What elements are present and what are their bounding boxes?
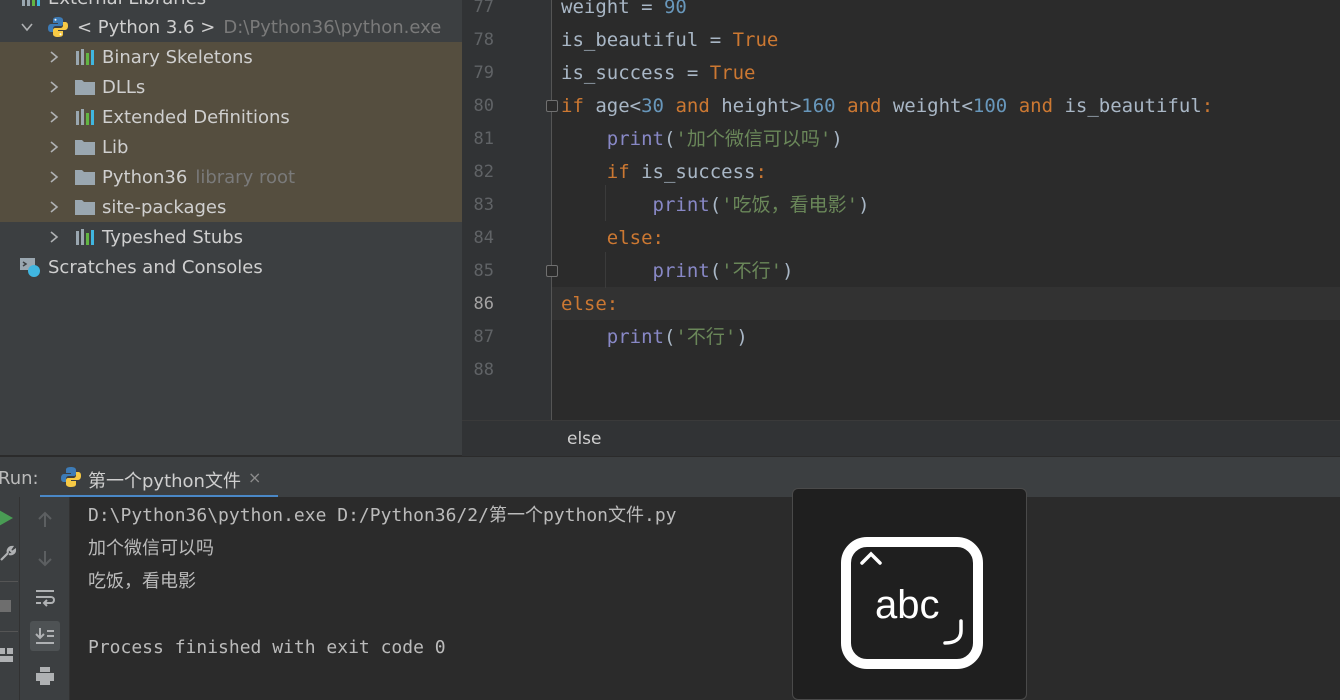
console-line: 吃饭，看电影	[88, 571, 196, 592]
chevron-right-icon[interactable]	[46, 102, 62, 132]
input-method-abc-icon: abc	[841, 537, 983, 669]
scroll-to-end-icon[interactable]	[30, 621, 60, 651]
code-line[interactable]: else:	[561, 288, 618, 321]
line-number: 88	[473, 360, 494, 380]
scroll-up-icon[interactable]	[30, 505, 60, 535]
run-tool-window-header: Run: 第一个python文件 ×	[0, 456, 1340, 498]
line-number: 84	[473, 228, 494, 248]
breadcrumb-item[interactable]: else	[567, 429, 602, 449]
line-number-current: 86	[473, 294, 494, 314]
line-number: 78	[473, 30, 494, 50]
line-number: 87	[473, 327, 494, 347]
code-line[interactable]: if is_success:	[561, 156, 767, 189]
stop-icon[interactable]	[0, 599, 12, 613]
console-line: 加个微信可以吗	[88, 538, 214, 559]
toolbar-divider	[0, 581, 18, 582]
code-line[interactable]: else:	[561, 222, 664, 255]
caret-icon	[860, 551, 882, 565]
folder-icon	[75, 140, 95, 155]
console-line-command: D:\Python36\python.exe D:/Python36/2/第一个…	[88, 505, 677, 526]
line-number: 77	[473, 0, 494, 17]
tree-item-typeshed-stubs[interactable]: Typeshed Stubs	[0, 222, 462, 252]
tree-item-label: External Libraries	[48, 0, 206, 9]
scroll-down-icon[interactable]	[30, 543, 60, 573]
wrench-icon[interactable]	[0, 545, 16, 563]
run-tab[interactable]: 第一个python文件 ×	[40, 457, 278, 498]
line-number: 83	[473, 195, 494, 215]
tree-item-lib[interactable]: Lib	[0, 132, 462, 162]
project-tool-window: External Libraries < Python 3.6 >D:\Pyth…	[0, 0, 462, 455]
run-tab-label: 第一个python文件	[88, 471, 241, 492]
folder-icon	[75, 80, 95, 95]
code-line[interactable]: weight = 90	[561, 0, 687, 24]
line-number: 85	[473, 261, 494, 281]
run-label: Run:	[0, 468, 39, 489]
tree-item-label: Scratches and Consoles	[48, 256, 263, 278]
tree-item-label: Extended Definitions	[102, 106, 290, 128]
rerun-icon[interactable]	[0, 509, 14, 527]
chevron-right-icon[interactable]	[46, 162, 62, 192]
soft-wrap-icon[interactable]	[30, 583, 60, 613]
tree-item-site-packages[interactable]: site-packages	[0, 192, 462, 222]
tree-item-label: DLLs	[102, 76, 146, 98]
toolbar-divider	[0, 631, 18, 632]
code-line[interactable]: is_beautiful = True	[561, 24, 778, 57]
fold-marker-icon[interactable]	[546, 100, 558, 112]
layout-icon[interactable]	[0, 647, 14, 663]
console-toolbar	[20, 497, 70, 700]
input-method-indicator: abc	[792, 488, 1027, 700]
code-editor[interactable]: 77 78 79 80 81 82 83 84 85 86 87 88 weig…	[462, 0, 1340, 420]
tree-item-label: Lib	[102, 136, 129, 158]
tree-item-python36[interactable]: Python36 library root	[0, 162, 462, 192]
code-line[interactable]: is_success = True	[561, 57, 755, 90]
library-icon	[76, 49, 94, 65]
console-line-exit-status: Process finished with exit code 0	[88, 637, 446, 658]
tree-item-python-sdk[interactable]: < Python 3.6 > D:\Python36\python.exe	[0, 12, 462, 42]
chevron-down-icon[interactable]	[19, 12, 35, 42]
tree-item-label: Typeshed Stubs	[102, 226, 244, 248]
console-output[interactable]: D:\Python36\python.exe D:/Python36/2/第一个…	[70, 497, 1340, 700]
chevron-right-icon[interactable]	[46, 192, 62, 222]
library-icon	[76, 229, 94, 245]
line-number: 79	[473, 63, 494, 83]
code-line[interactable]: print('加个微信可以吗')	[561, 123, 843, 156]
tree-item-label: Python36 library root	[102, 166, 296, 188]
code-line[interactable]: print('不行')	[561, 255, 794, 288]
tree-item-scratches-and-consoles[interactable]: Scratches and Consoles	[0, 252, 462, 282]
print-icon[interactable]	[30, 661, 60, 691]
input-method-label: abc	[875, 583, 940, 627]
code-line[interactable]: print('不行')	[561, 321, 748, 354]
tree-item-extended-definitions[interactable]: Extended Definitions	[0, 102, 462, 132]
breadcrumb: else	[462, 420, 1340, 456]
chevron-right-icon[interactable]	[46, 72, 62, 102]
chevron-right-icon[interactable]	[46, 42, 62, 72]
line-number: 81	[473, 129, 494, 149]
library-icon	[22, 0, 40, 6]
line-number: 80	[473, 96, 494, 116]
chevron-right-icon[interactable]	[46, 222, 62, 252]
library-icon	[76, 109, 94, 125]
python-icon	[48, 17, 68, 37]
code-line[interactable]: print('吃饭，看电影')	[561, 189, 870, 222]
scratches-icon	[20, 258, 40, 277]
close-tab-icon[interactable]: ×	[248, 468, 261, 487]
folder-icon	[75, 170, 95, 185]
cursor-curve-icon	[943, 619, 963, 645]
chevron-right-icon[interactable]	[46, 132, 62, 162]
tree-item-label: site-packages	[102, 196, 227, 218]
tree-item-binary-skeletons[interactable]: Binary Skeletons	[0, 42, 462, 72]
line-number: 82	[473, 162, 494, 182]
folder-icon	[75, 200, 95, 215]
tree-item-dlls[interactable]: DLLs	[0, 72, 462, 102]
fold-marker-icon[interactable]	[546, 265, 558, 277]
code-line[interactable]: if age<30 and height>160 and weight<100 …	[561, 90, 1213, 123]
run-side-toolbar	[0, 497, 20, 700]
gutter-divider	[551, 0, 552, 420]
tree-item-label: Binary Skeletons	[102, 46, 253, 68]
python-icon	[61, 467, 81, 487]
tree-item-label: < Python 3.6 > D:\Python36\python.exe	[77, 16, 442, 38]
current-line-highlight	[552, 287, 1340, 320]
